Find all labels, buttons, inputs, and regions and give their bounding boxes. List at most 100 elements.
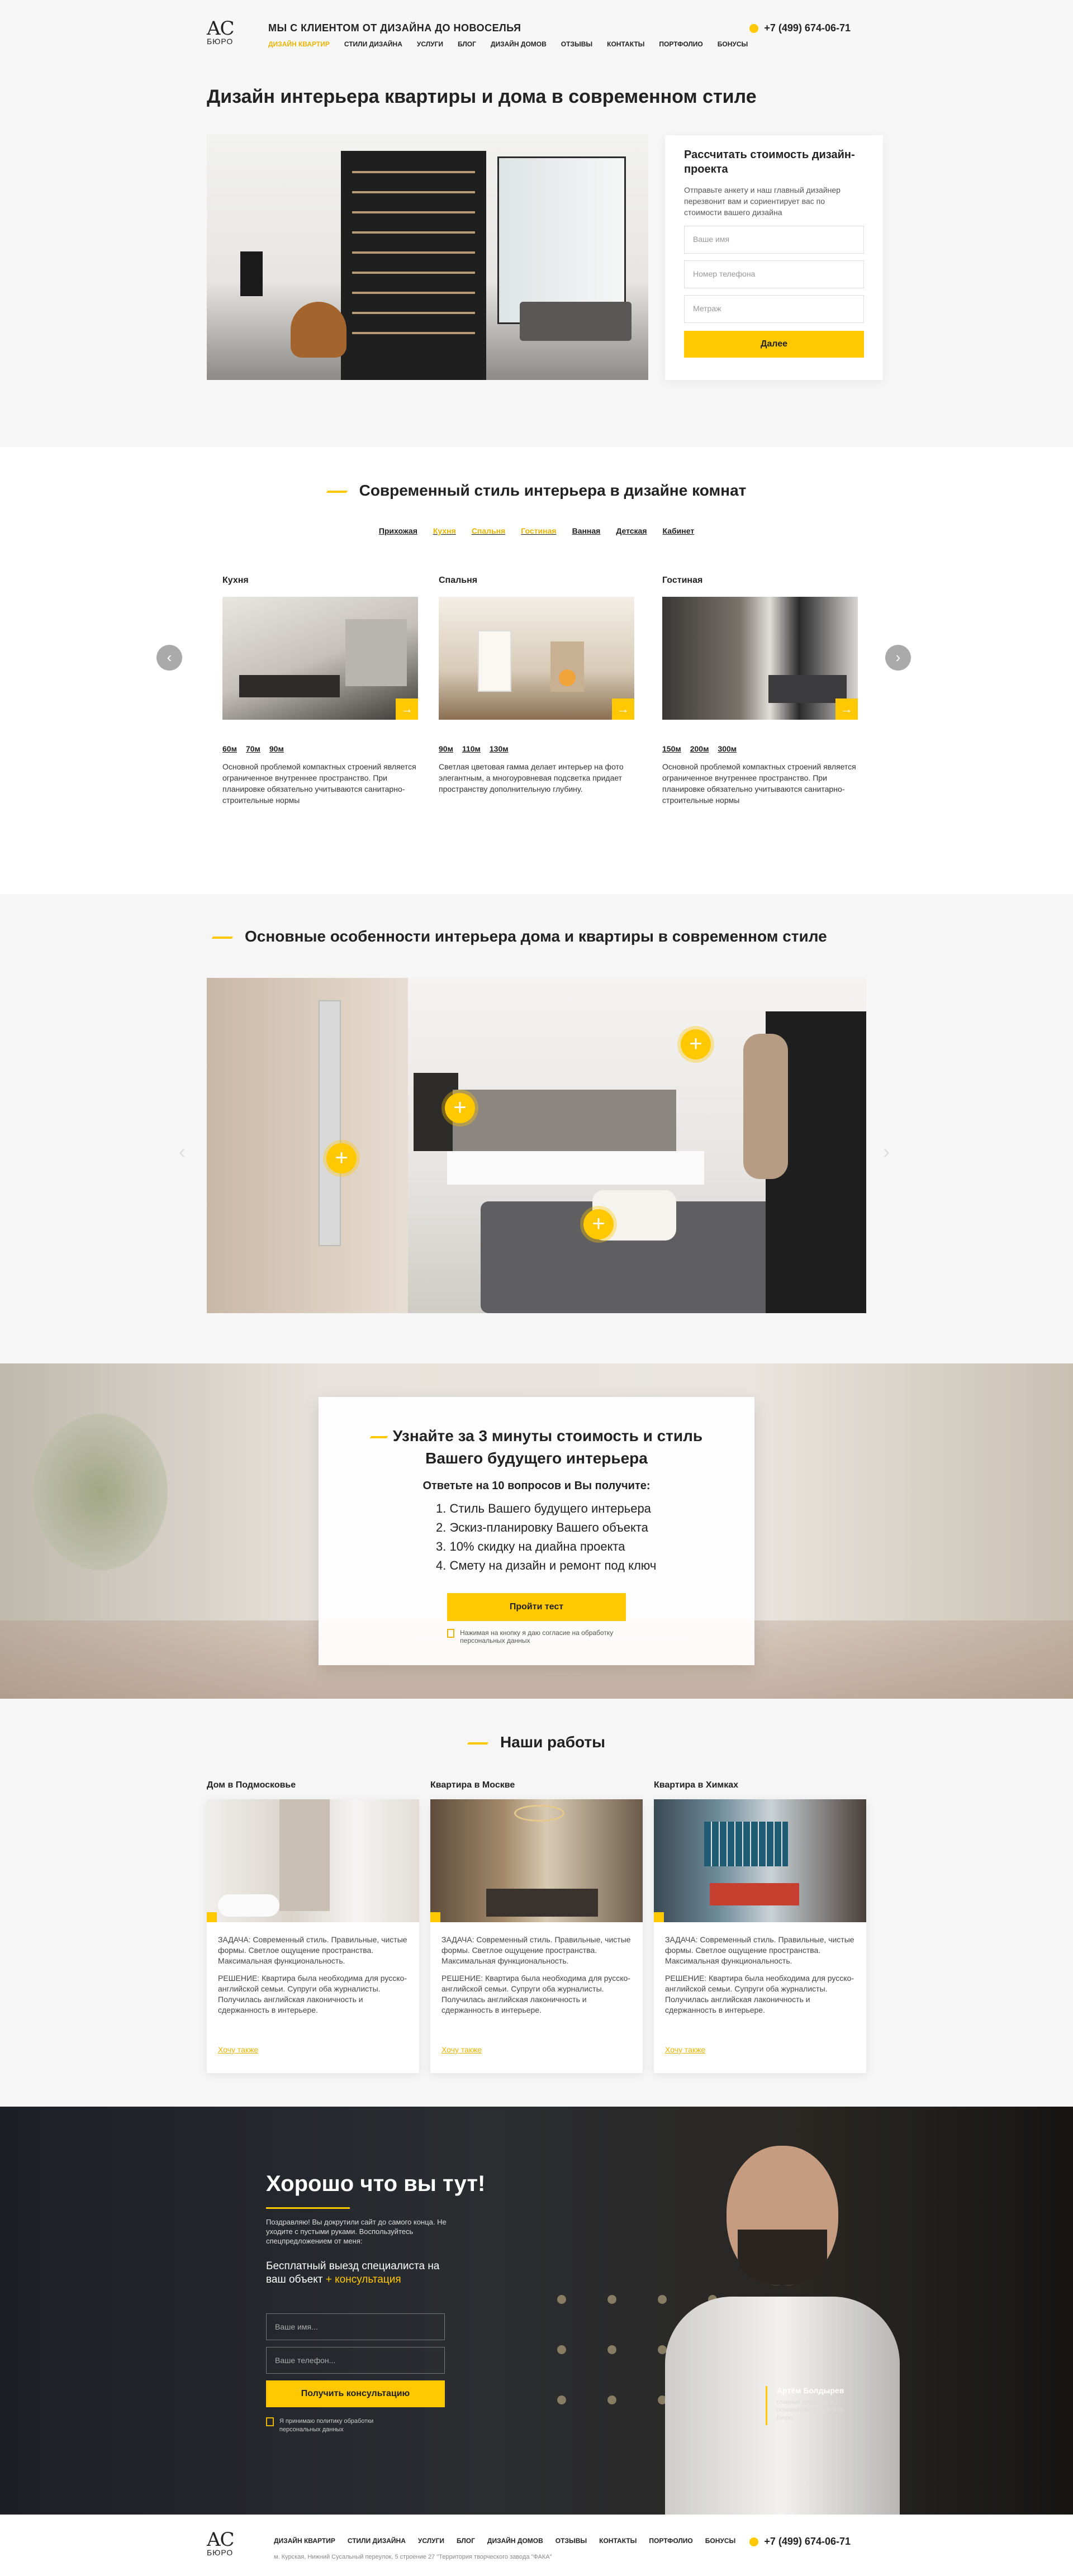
size-link[interactable]: 90м: [269, 744, 284, 753]
size-link[interactable]: 70м: [246, 744, 260, 753]
arrow-right-icon[interactable]: →: [612, 698, 634, 720]
hero-interior-photo: [207, 134, 648, 380]
footer-nav-item[interactable]: ДИЗАЙН КВАРТИР: [274, 2537, 335, 2545]
hero-section: Дизайн интерьера квартиры и дома в совре…: [0, 67, 1073, 447]
consent-text: Я принимаю политику обработки персональн…: [279, 2418, 374, 2433]
footer-nav-item[interactable]: БОНУСЫ: [705, 2537, 736, 2545]
consent-checkbox[interactable]: [266, 2417, 274, 2426]
footer-address: м. Курская, Нижний Сусальный переулок, 5…: [274, 2554, 552, 2560]
nav-item-reviews[interactable]: ОТЗЫВЫ: [561, 40, 592, 48]
arrow-right-icon[interactable]: →: [396, 698, 418, 720]
room-styles-section: Современный стиль интерьера в дизайне ко…: [0, 447, 1073, 894]
work-text: ЗАДАЧА: Современный стиль. Правильные, ч…: [207, 1922, 419, 2016]
footer-logo[interactable]: AC БЮРО: [207, 2530, 235, 2557]
tab-hallway[interactable]: Прихожая: [379, 526, 417, 535]
corner-marker-icon: [207, 1912, 217, 1922]
work-photo[interactable]: [430, 1799, 643, 1922]
designer-portrait: [654, 2129, 900, 2515]
arrow-right-icon[interactable]: →: [835, 698, 858, 720]
footer-nav-item[interactable]: ПОРТФОЛИО: [649, 2537, 692, 2545]
work-task: ЗАДАЧА: Современный стиль. Правильные, ч…: [665, 1935, 854, 1965]
room-styles-title-text: Современный стиль интерьера в дизайне ко…: [359, 482, 747, 499]
nav-item-services[interactable]: УСЛУГИ: [417, 40, 443, 48]
nav-item-apartments[interactable]: ДИЗАЙН КВАРТИР: [268, 40, 330, 48]
carousel-prev-button[interactable]: ‹: [156, 645, 182, 671]
slider-next-arrow-icon[interactable]: ›: [883, 1140, 890, 1163]
footer-nav-item[interactable]: СТИЛИ ДИЗАЙНА: [348, 2537, 406, 2545]
nav-item-contacts[interactable]: КОНТАКТЫ: [607, 40, 644, 48]
hotspot-plus-icon[interactable]: +: [445, 1093, 475, 1123]
hotspot-plus-icon[interactable]: +: [681, 1029, 711, 1059]
slider-prev-arrow-icon[interactable]: ‹: [179, 1140, 186, 1163]
list-item: 4. Смету на дизайн и ремонт под ключ: [436, 1558, 657, 1572]
take-test-button[interactable]: Пройти тест: [447, 1593, 626, 1621]
contact-phone-input[interactable]: Ваше телефон...: [266, 2347, 445, 2374]
want-same-link[interactable]: Хочу также: [218, 2045, 258, 2054]
list-item: 3. 10% скидку на диайна проекта: [436, 1539, 625, 1553]
nav-item-bonuses[interactable]: БОНУСЫ: [718, 40, 748, 48]
tab-bathroom[interactable]: Ванная: [572, 526, 601, 535]
logo[interactable]: AC БЮРО: [207, 19, 235, 46]
work-card: Квартира в Химках ЗАДАЧА: Современный ст…: [654, 1780, 866, 2073]
contact-offer: Бесплатный выезд специалиста на ваш объе…: [266, 2260, 450, 2287]
want-same-link[interactable]: Хочу также: [665, 2045, 705, 2054]
phone-input[interactable]: Номер телефона: [684, 260, 864, 288]
footer-nav-item[interactable]: ДИЗАЙН ДОМОВ: [487, 2537, 543, 2545]
tab-kids-room[interactable]: Детская: [616, 526, 647, 535]
consent-checkbox[interactable]: [447, 1629, 455, 1638]
features-title-text: Основные особенности интерьера дома и кв…: [245, 928, 827, 945]
header-phone[interactable]: +7 (499) 674-06-71: [749, 22, 851, 34]
name-input[interactable]: Ваше имя: [684, 226, 864, 254]
room-description: Основной проблемой компактных строений я…: [222, 762, 416, 805]
features-interior-photo: + + + +: [207, 978, 866, 1313]
tab-living-room[interactable]: Гостиная: [521, 526, 556, 535]
quiz-section: Узнайте за 3 минуты стоимость и стиль Ва…: [0, 1363, 1073, 1699]
room-card-bedroom: Спальня → 90м 110м 130м Светлая цветовая г…: [439, 576, 634, 795]
size-link[interactable]: 110м: [462, 744, 481, 753]
room-photo[interactable]: →: [439, 597, 634, 720]
size-link[interactable]: 200м: [690, 744, 709, 753]
corner-marker-icon: [654, 1912, 664, 1922]
nav-item-portfolio[interactable]: ПОРТФОЛИО: [659, 40, 702, 48]
quiz-card: Узнайте за 3 минуты стоимость и стиль Ва…: [319, 1397, 754, 1665]
get-consultation-button[interactable]: Получить консультацию: [266, 2380, 445, 2407]
room-description: Светлая цветовая гамма делает интерьер н…: [439, 762, 624, 793]
want-same-link[interactable]: Хочу также: [441, 2045, 482, 2054]
carousel-next-button[interactable]: ›: [885, 645, 911, 671]
hotspot-plus-icon[interactable]: +: [583, 1209, 614, 1239]
work-photo[interactable]: [654, 1799, 866, 1922]
footer-nav-item[interactable]: ОТЗЫВЫ: [556, 2537, 587, 2545]
work-photo[interactable]: [207, 1799, 419, 1922]
contact-name-input[interactable]: Ваше имя...: [266, 2313, 445, 2340]
nav-item-houses[interactable]: ДИЗАЙН ДОМОВ: [491, 40, 547, 48]
room-sizes: 60м 70м 90м: [222, 744, 418, 753]
work-task: ЗАДАЧА: Современный стиль. Правильные, ч…: [441, 1935, 631, 1965]
tab-bedroom[interactable]: Спальня: [472, 526, 505, 535]
phone-number: +7 (499) 674-06-71: [764, 22, 851, 34]
tab-study[interactable]: Кабинет: [663, 526, 695, 535]
size-link[interactable]: 150м: [662, 744, 681, 753]
footer-phone[interactable]: +7 (499) 674-06-71: [749, 2536, 851, 2548]
size-link[interactable]: 300м: [718, 744, 737, 753]
designer-role: главный дизайнер и основатель студии "АС…: [777, 2399, 843, 2421]
room-description: Основной проблемой компактных строений я…: [662, 762, 856, 805]
footer-nav-item[interactable]: КОНТАКТЫ: [599, 2537, 637, 2545]
nav-item-blog[interactable]: БЛОГ: [458, 40, 476, 48]
room-photo[interactable]: →: [222, 597, 418, 720]
room-sizes: 90м 110м 130м: [439, 744, 634, 753]
caption-accent-bar: [766, 2386, 767, 2425]
footer-nav-item[interactable]: БЛОГ: [457, 2537, 475, 2545]
next-button[interactable]: Далее: [684, 331, 864, 358]
site-header: AC БЮРО МЫ С КЛИЕНТОМ ОТ ДИЗАЙНА ДО НОВОС…: [0, 0, 1073, 67]
tab-kitchen[interactable]: Кухня: [433, 526, 456, 535]
size-link[interactable]: 130м: [490, 744, 509, 753]
room-name: Спальня: [439, 576, 478, 585]
quiz-title-text: Узнайте за 3 минуты стоимость и стиль Ва…: [392, 1427, 703, 1467]
nav-item-styles[interactable]: СТИЛИ ДИЗАЙНА: [344, 40, 402, 48]
footer-nav-item[interactable]: УСЛУГИ: [418, 2537, 444, 2545]
room-photo[interactable]: →: [662, 597, 858, 720]
area-input[interactable]: Метраж: [684, 295, 864, 323]
size-link[interactable]: 60м: [222, 744, 237, 753]
size-link[interactable]: 90м: [439, 744, 453, 753]
hotspot-plus-icon[interactable]: +: [326, 1143, 357, 1173]
